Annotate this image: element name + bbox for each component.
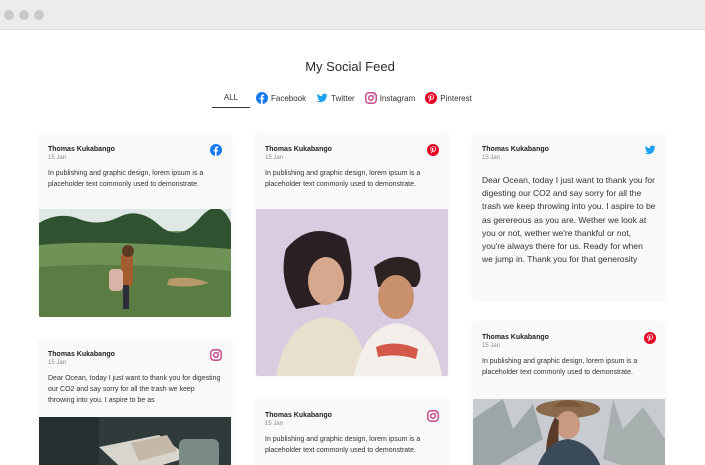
post-text: In publishing and graphic design, lorem … [265, 170, 421, 188]
window-close-dot[interactable] [4, 10, 14, 20]
post-date: 15 Jan [265, 421, 284, 427]
post-card[interactable]: Thomas Kukabango 15 Jan Dear Ocean, toda… [473, 134, 665, 300]
post-text: In publishing and graphic design, lorem … [265, 436, 421, 454]
post-date: 15 Jan [482, 343, 501, 349]
tab-all[interactable]: ALL [212, 88, 250, 108]
post-photo[interactable] [39, 417, 231, 465]
filter-tabs: ALL Facebook Twitter Instagram Pinterest [212, 88, 482, 108]
post-author[interactable]: Thomas Kukabango [482, 146, 656, 153]
post-date: 15 Jan [48, 155, 67, 161]
post-card[interactable]: Thomas Kukabango 15 Jan In publishing an… [473, 322, 665, 465]
pinterest-icon[interactable] [644, 331, 656, 344]
twitter-icon [316, 92, 328, 104]
post-date: 15 Jan [265, 155, 284, 161]
post-date: 15 Jan [482, 155, 501, 161]
post-card[interactable]: Thomas Kukabango 15 Jan In publishing an… [256, 134, 448, 376]
tab-label: Facebook [271, 93, 307, 103]
post-card[interactable]: Thomas Kukabango 15 Jan In publishing an… [39, 134, 231, 317]
post-card[interactable]: Thomas Kukabango 15 Jan Dear Ocean, toda… [39, 339, 231, 465]
instagram-icon [364, 92, 377, 104]
tab-instagram[interactable]: Instagram [364, 88, 416, 108]
pinterest-icon [425, 92, 438, 104]
facebook-icon [256, 92, 268, 104]
post-author[interactable]: Thomas Kukabango [482, 334, 656, 341]
window-titlebar [0, 0, 705, 30]
tab-facebook[interactable]: Facebook [256, 88, 306, 108]
tab-label: Twitter [331, 93, 355, 103]
post-photo[interactable] [39, 209, 231, 317]
facebook-icon[interactable] [210, 143, 222, 156]
tab-twitter[interactable]: Twitter [316, 88, 355, 108]
post-date: 15 Jan [48, 360, 67, 366]
tab-label: ALL [223, 93, 239, 102]
instagram-icon[interactable] [427, 409, 439, 422]
post-author[interactable]: Thomas Kukabango [48, 351, 222, 358]
post-text: Dear Ocean, today I just want to thank y… [482, 175, 656, 265]
post-photo[interactable] [256, 209, 448, 376]
instagram-icon[interactable] [210, 348, 222, 361]
window-maximize-dot[interactable] [34, 10, 44, 20]
post-card[interactable]: Thomas Kukabango 15 Jan In publishing an… [256, 400, 448, 465]
post-text: In publishing and graphic design, lorem … [48, 170, 204, 188]
window-minimize-dot[interactable] [19, 10, 29, 20]
tab-pinterest[interactable]: Pinterest [425, 88, 472, 108]
tab-label: Pinterest [440, 93, 472, 103]
post-text: In publishing and graphic design, lorem … [482, 358, 638, 376]
tab-label: Instagram [379, 93, 416, 103]
post-photo[interactable] [473, 399, 665, 465]
twitter-icon[interactable] [644, 143, 656, 155]
post-author[interactable]: Thomas Kukabango [265, 146, 439, 153]
post-author[interactable]: Thomas Kukabango [48, 146, 222, 153]
post-text: Dear Ocean, today I just want to thank y… [48, 375, 221, 404]
page-title: My Social Feed [305, 59, 395, 74]
post-author[interactable]: Thomas Kukabango [265, 412, 439, 419]
pinterest-icon[interactable] [427, 143, 439, 156]
